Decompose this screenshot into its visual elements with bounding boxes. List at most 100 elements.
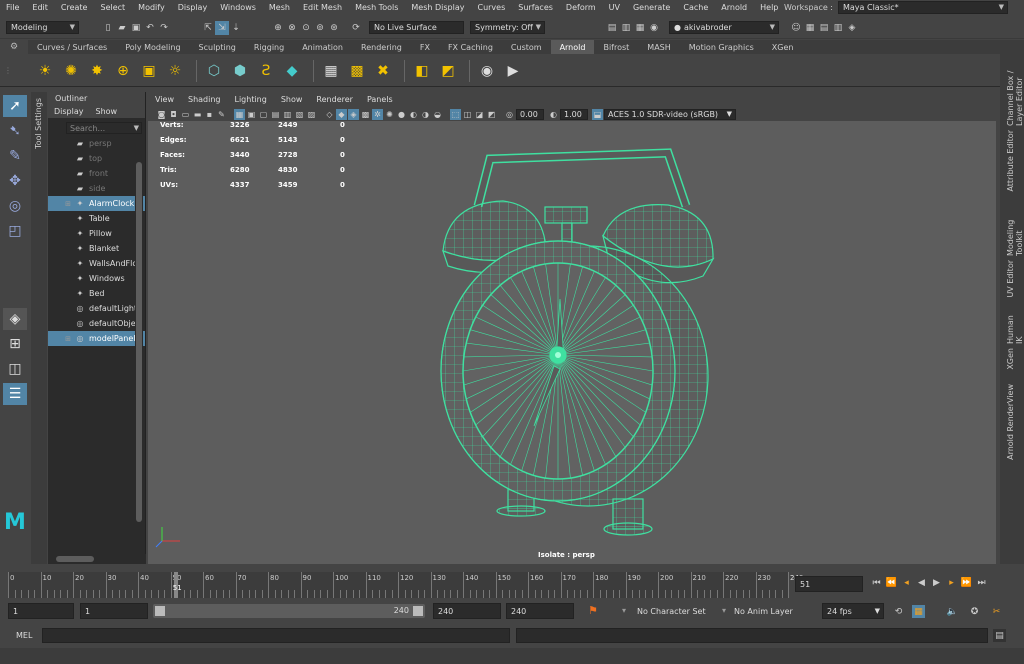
shelf-tab-arnold[interactable]: Arnold <box>550 40 595 54</box>
right-tab-uv-editor[interactable]: UV Editor <box>1006 260 1015 302</box>
scene-end-field[interactable]: 240 <box>506 603 574 619</box>
shelf-tab-custom[interactable]: Custom <box>502 40 551 54</box>
texture-manager-icon[interactable]: ◧ <box>411 60 433 82</box>
move-tool-icon[interactable]: ✥ <box>3 170 27 192</box>
live-surface-field[interactable]: No Live Surface <box>369 21 464 34</box>
single-perspective-layout-icon[interactable]: ◈ <box>3 308 27 330</box>
workspace-dropdown[interactable]: Maya Classic* ▼ <box>838 1 1008 14</box>
bookmark-icon[interactable]: ▭ <box>180 109 191 120</box>
two-d-pan-icon[interactable]: ▪ <box>204 109 215 120</box>
user-login[interactable]: ● akivabroder ▼ <box>669 21 779 34</box>
panel-menu-renderer[interactable]: Renderer <box>309 95 360 104</box>
gate-mask-icon[interactable]: ▤ <box>270 109 281 120</box>
menuset-dropdown[interactable]: Modeling ▼ <box>6 21 79 34</box>
ambient-occlusion-icon[interactable]: ● <box>396 109 407 120</box>
anim-prefs-icon[interactable]: ✪ <box>968 605 981 618</box>
menu-file[interactable]: File <box>0 3 26 12</box>
playback-prefs-icon[interactable]: ✂ <box>990 605 1003 618</box>
attribute-editor-icon[interactable]: ▤ <box>817 21 831 35</box>
grid-icon[interactable]: ▦ <box>234 108 245 120</box>
gamma-icon[interactable]: ◐ <box>548 109 559 120</box>
four-view-layout-icon[interactable]: ⊞ <box>3 333 27 355</box>
safe-action-icon[interactable]: ▧ <box>294 109 305 120</box>
range-slider[interactable]: 240 <box>153 604 425 618</box>
alarm-clock-wireframe[interactable] <box>148 121 996 564</box>
outliner-item[interactable]: ✦ Pillow <box>48 226 145 241</box>
panel-menu-panels[interactable]: Panels <box>360 95 400 104</box>
scroll-thumb[interactable] <box>136 162 142 522</box>
license-manager-icon[interactable]: ◩ <box>437 60 459 82</box>
shelf-tab-fx-caching[interactable]: FX Caching <box>439 40 502 54</box>
step-back-key-icon[interactable]: ⏪ <box>885 576 898 589</box>
tool-settings-tab[interactable]: Tool Settings <box>31 92 47 564</box>
render-settings-icon[interactable]: ▦ <box>633 21 647 35</box>
menu-create[interactable]: Create <box>55 3 95 12</box>
select-component-icon[interactable]: ⇣ <box>229 21 243 35</box>
shelf-tab-poly-modeling[interactable]: Poly Modeling <box>116 40 189 54</box>
viewport-persp[interactable]: Verts: 3226 2449 0 Edges: 6621 5143 0 Faces: 3440… <box>148 121 996 564</box>
flush-background-icon[interactable]: ✖ <box>372 60 394 82</box>
menu-arnold[interactable]: Arnold <box>715 3 754 12</box>
expand-icon[interactable]: ⊞ <box>62 335 74 343</box>
expand-icon[interactable]: ⊞ <box>62 200 74 208</box>
menu-mesh-display[interactable]: Mesh Display <box>405 3 471 12</box>
render-view-icon[interactable]: ▦ <box>320 60 342 82</box>
script-editor-icon[interactable]: ▤ <box>993 629 1006 642</box>
outliner-item[interactable]: ✦ Windows <box>48 271 145 286</box>
use-all-lights-icon[interactable]: ✲ <box>372 108 383 120</box>
shelf-tab-fx[interactable]: FX <box>411 40 439 54</box>
scroll-thumb[interactable] <box>56 556 94 562</box>
outliner-item[interactable]: ▰ top <box>48 151 145 166</box>
shelf-tab-rigging[interactable]: Rigging <box>245 40 293 54</box>
open-folder-icon[interactable]: ▰ <box>115 21 129 35</box>
smooth-shade-icon[interactable]: ◆ <box>336 108 347 120</box>
standin-icon[interactable]: ⬡ <box>203 60 225 82</box>
playblast-play-icon[interactable]: ▶ <box>502 60 524 82</box>
shelf-tab-animation[interactable]: Animation <box>293 40 352 54</box>
menu-generate[interactable]: Generate <box>627 3 677 12</box>
render-frame-icon[interactable]: ▤ <box>605 21 619 35</box>
outliner-item[interactable]: ✦ Bed <box>48 286 145 301</box>
shelf-options-icon[interactable]: ⚙ <box>10 42 18 52</box>
film-gate-icon[interactable]: ▣ <box>246 109 257 120</box>
menu-help[interactable]: Help <box>754 3 785 12</box>
exposure-icon[interactable]: ◎ <box>504 109 515 120</box>
tool-settings-icon[interactable]: ▥ <box>831 21 845 35</box>
wireframe-on-shaded-icon[interactable]: ◈ <box>348 108 359 120</box>
mel-label[interactable]: MEL <box>16 631 32 640</box>
save-icon[interactable]: ▣ <box>129 21 143 35</box>
image-plane-icon[interactable]: ▬ <box>192 109 203 120</box>
select-hierarchy-icon[interactable]: ⇱ <box>201 21 215 35</box>
channel-box-icon[interactable]: ◈ <box>845 21 859 35</box>
undo-icon[interactable]: ↶ <box>143 21 157 35</box>
step-forward-key-icon[interactable]: ⏩ <box>960 576 973 589</box>
right-tab-arnold-renderview[interactable]: Arnold RenderView <box>1006 384 1015 489</box>
scene-start-field[interactable]: 1 <box>8 603 74 619</box>
right-tab-modeling-toolkit[interactable]: Modeling Toolkit <box>1006 196 1024 256</box>
outliner-item[interactable]: ⊞ ◎ modelPanel4 <box>48 331 145 346</box>
outliner-menu-display[interactable]: Display <box>48 107 90 116</box>
right-tab-attribute-editor[interactable]: Attribute Editor <box>1006 130 1015 192</box>
redo-icon[interactable]: ↷ <box>157 21 171 35</box>
ipr-render-icon[interactable]: ▥ <box>619 21 633 35</box>
photometric-light-icon[interactable]: ✸ <box>86 60 108 82</box>
menu-windows[interactable]: Windows <box>214 3 263 12</box>
outliner-item[interactable]: ▰ side <box>48 181 145 196</box>
sound-icon[interactable]: 🔈 <box>946 605 959 618</box>
lasso-tool-icon[interactable]: ➷ <box>3 120 27 142</box>
xray-active-icon[interactable]: ◪ <box>474 109 485 120</box>
depth-of-field-icon[interactable]: ◒ <box>432 109 443 120</box>
help-icon[interactable]: ☺ <box>789 21 803 35</box>
wireframe-icon[interactable]: ◇ <box>324 109 335 120</box>
fps-dropdown[interactable]: 24 fps ▼ <box>822 603 884 619</box>
shelf-tab-rendering[interactable]: Rendering <box>352 40 411 54</box>
menu-modify[interactable]: Modify <box>132 3 172 12</box>
panel-menu-lighting[interactable]: Lighting <box>227 95 273 104</box>
anim-end-field[interactable]: 240 <box>433 603 501 619</box>
gamma-field[interactable]: 1.00 <box>560 108 588 120</box>
outliner-item[interactable]: ✦ WallsAndFlo <box>48 256 145 271</box>
loop-icon[interactable]: ⟲ <box>892 605 905 618</box>
shelf-tab-sculpting[interactable]: Sculpting <box>190 40 245 54</box>
physical-sky-icon[interactable]: ☼ <box>164 60 186 82</box>
camera-attributes-icon[interactable]: ◘ <box>168 109 179 120</box>
